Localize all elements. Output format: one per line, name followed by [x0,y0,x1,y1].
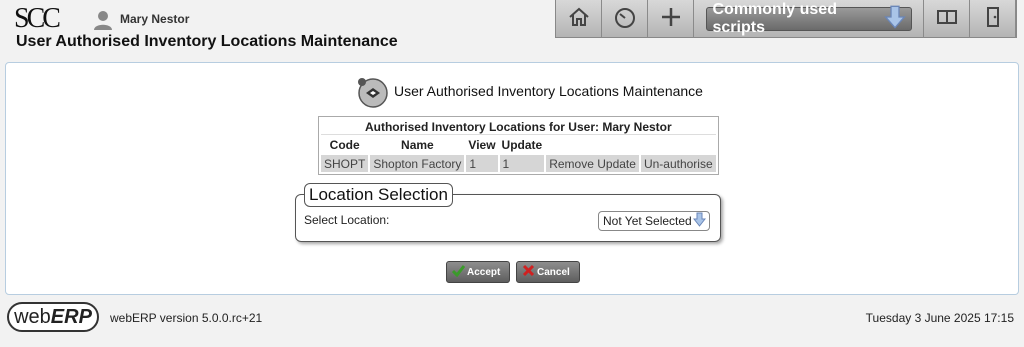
manual-icon [935,5,959,34]
scripts-menu[interactable]: Commonly used scripts [694,0,924,38]
logout-icon [981,5,1005,34]
add-button[interactable] [648,0,694,38]
home-button[interactable] [556,0,602,38]
cancel-button[interactable]: Cancel [516,261,580,283]
company-logo: SCC [14,3,61,34]
location-selection-fieldset: Location Selection Select Location: Not … [295,183,721,242]
section-title-text: User Authorised Inventory Locations Main… [394,83,703,99]
home-icon [567,5,591,34]
table-title: Authorised Inventory Locations for User:… [321,119,716,135]
cell-name: Shopton Factory [370,155,465,172]
cancel-button-label: Cancel [537,266,570,278]
manual-button[interactable] [924,0,970,38]
date-time: Tuesday 3 June 2025 17:15 [865,311,1014,325]
table-row: SHOPT Shopton Factory 1 1 Remove Update … [321,155,716,172]
inventory-icon [354,74,388,108]
check-icon [451,264,467,280]
logout-button[interactable] [970,0,1016,38]
authorised-locations-table: Authorised Inventory Locations for User:… [318,116,719,175]
main-panel: User Authorised Inventory Locations Main… [5,62,1019,295]
cell-update: 1 [499,155,545,172]
unauthorise-link[interactable]: Un-authorise [640,155,716,172]
cell-code: SHOPT [321,155,369,172]
scripts-dropdown[interactable]: Commonly used scripts [705,1,912,36]
location-select-value: Not Yet Selected [603,214,692,228]
fieldset-legend: Location Selection [304,183,453,207]
user-icon[interactable] [92,9,114,31]
plus-icon [659,5,683,34]
dashboard-icon [613,5,637,34]
column-header-view: View [468,138,496,152]
remove-update-link[interactable]: Remove Update [546,155,639,172]
logo-erp-text: ERP [50,305,92,328]
location-select[interactable]: Not Yet Selected [598,211,710,231]
header: SCC Mary Nestor User Authorised Inventor… [0,0,1024,58]
page-title: User Authorised Inventory Locations Main… [16,33,398,50]
select-location-label: Select Location: [304,213,390,227]
column-header-code: Code [329,138,360,152]
weberp-logo[interactable]: web ERP [7,302,99,332]
table-header-row: Code Name View Update [321,137,716,153]
column-header-update: Update [501,138,543,152]
logo-web-text: web [14,305,51,328]
column-header-name: Name [401,138,434,152]
user-name[interactable]: Mary Nestor [120,12,189,26]
chevron-down-icon [883,5,907,34]
section-title: User Authorised Inventory Locations Main… [354,74,703,108]
accept-button[interactable]: Accept [446,261,510,283]
chevron-down-icon [692,212,707,230]
cross-icon [522,264,537,280]
version-text: webERP version 5.0.0.rc+21 [110,311,263,325]
accept-button-label: Accept [467,266,501,278]
main-toolbar: Commonly used scripts [555,0,1017,38]
scripts-dropdown-label: Commonly used scripts [712,1,837,36]
cell-view: 1 [466,155,498,172]
dashboard-button[interactable] [602,0,648,38]
